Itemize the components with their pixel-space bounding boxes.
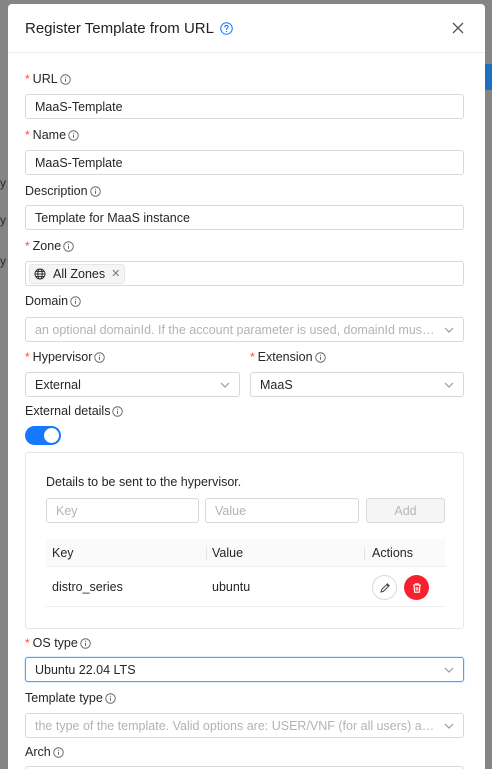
info-icon[interactable] <box>59 73 71 85</box>
hypervisor-value: External <box>35 377 81 392</box>
url-input[interactable]: MaaS-Template <box>25 94 464 119</box>
details-description: Details to be sent to the hypervisor. <box>46 475 242 489</box>
url-label-text: URL <box>32 72 58 86</box>
background-text: y <box>0 213 6 227</box>
chevron-down-icon <box>444 327 454 333</box>
key-placeholder: Key <box>56 503 78 518</box>
add-detail-button[interactable]: Add <box>366 498 445 523</box>
chevron-down-icon <box>444 667 454 673</box>
info-icon[interactable] <box>112 405 124 417</box>
globe-icon <box>34 268 46 280</box>
column-divider <box>206 547 207 560</box>
arch-label: Arch <box>25 745 64 759</box>
column-divider <box>364 547 365 560</box>
background-text: y <box>0 254 6 268</box>
zone-label-text: Zone <box>32 239 62 253</box>
required-marker: * <box>25 350 30 364</box>
os-type-select[interactable]: Ubuntu 22.04 LTS <box>25 657 464 682</box>
description-value: Template for MaaS instance <box>35 210 190 225</box>
info-icon[interactable] <box>52 746 64 758</box>
extension-label: * Extension <box>250 350 326 364</box>
remove-tag-icon[interactable]: ✕ <box>111 267 120 280</box>
template-type-label-text: Template type <box>25 691 103 705</box>
required-marker: * <box>250 350 255 364</box>
os-type-value: Ubuntu 22.04 LTS <box>35 662 136 677</box>
os-type-label-text: OS type <box>32 636 78 650</box>
name-input[interactable]: MaaS-Template <box>25 150 464 175</box>
template-type-placeholder: the type of the template. Valid options … <box>35 718 438 733</box>
required-marker: * <box>25 72 30 86</box>
zone-label: * Zone <box>25 239 74 253</box>
domain-label: Domain <box>25 294 81 308</box>
info-icon[interactable] <box>89 185 101 197</box>
extension-select[interactable]: MaaS <box>250 372 464 397</box>
column-value: Value <box>212 546 244 560</box>
delete-icon <box>412 582 421 593</box>
arch-label-text: Arch <box>25 745 51 759</box>
info-icon[interactable] <box>105 692 116 704</box>
external-details-label: External details <box>25 404 124 418</box>
close-button[interactable] <box>448 18 468 38</box>
close-icon <box>452 22 464 34</box>
zone-tag-label: All Zones <box>53 266 106 281</box>
zone-select[interactable]: All Zones ✕ <box>25 261 464 286</box>
details-table-header: Key Value Actions <box>46 539 445 567</box>
url-value: MaaS-Template <box>35 99 123 114</box>
external-details-toggle[interactable] <box>25 426 61 445</box>
info-icon[interactable] <box>70 295 81 307</box>
info-icon[interactable] <box>80 637 91 649</box>
detail-key-input[interactable]: Key <box>46 498 199 523</box>
zone-tag: All Zones ✕ <box>29 263 126 284</box>
chevron-down-icon <box>220 382 230 388</box>
os-type-label: * OS type <box>25 636 91 650</box>
description-input[interactable]: Template for MaaS instance <box>25 205 464 230</box>
extension-value: MaaS <box>260 377 293 392</box>
info-icon[interactable] <box>94 351 106 363</box>
external-details-panel: Details to be sent to the hypervisor. Ke… <box>25 452 464 629</box>
info-icon[interactable] <box>68 129 79 141</box>
hypervisor-select[interactable]: External <box>25 372 240 397</box>
domain-select[interactable]: an optional domainId. If the account par… <box>25 317 464 342</box>
edit-icon <box>379 582 390 593</box>
domain-label-text: Domain <box>25 294 69 308</box>
template-type-label: Template type <box>25 691 116 705</box>
hypervisor-label: * Hypervisor <box>25 350 106 364</box>
question-circle-icon[interactable] <box>220 21 233 35</box>
required-marker: * <box>25 636 30 650</box>
value-placeholder: Value <box>215 503 247 518</box>
row-divider <box>46 606 445 607</box>
info-icon[interactable] <box>63 240 74 252</box>
name-value: MaaS-Template <box>35 155 123 170</box>
register-template-modal: Register Template from URL * URL MaaS-Te… <box>8 4 485 769</box>
delete-button[interactable] <box>404 575 429 600</box>
chevron-down-icon <box>444 382 454 388</box>
description-label: Description <box>25 184 101 198</box>
column-key: Key <box>52 546 74 560</box>
info-icon[interactable] <box>314 351 326 363</box>
edit-button[interactable] <box>372 575 397 600</box>
detail-value-input[interactable]: Value <box>205 498 359 523</box>
template-type-select[interactable]: the type of the template. Valid options … <box>25 713 464 738</box>
url-label: * URL <box>25 72 71 86</box>
row-key: distro_series <box>52 580 123 594</box>
external-details-label-text: External details <box>25 404 111 418</box>
domain-placeholder: an optional domainId. If the account par… <box>35 322 438 337</box>
column-actions: Actions <box>372 546 413 560</box>
toggle-knob <box>44 428 59 443</box>
hypervisor-label-text: Hypervisor <box>32 350 93 364</box>
background-text: y <box>0 176 6 190</box>
required-marker: * <box>25 239 30 253</box>
name-label-text: Name <box>32 128 67 142</box>
row-value: ubuntu <box>212 580 251 594</box>
description-label-text: Description <box>25 184 88 198</box>
required-marker: * <box>25 128 30 142</box>
extension-label-text: Extension <box>257 350 313 364</box>
chevron-down-icon <box>444 723 454 729</box>
modal-title: Register Template from URL <box>25 19 214 37</box>
modal-header: Register Template from URL <box>8 4 485 53</box>
name-label: * Name <box>25 128 79 142</box>
